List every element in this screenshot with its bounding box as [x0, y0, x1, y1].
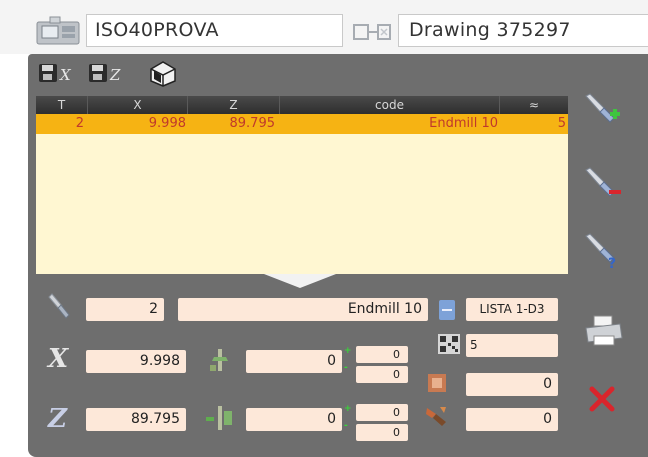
right-value-1-field[interactable]: 0 — [466, 373, 558, 396]
table-header: T X Z code ≈ — [36, 96, 568, 114]
column-header-x[interactable]: X — [88, 96, 188, 114]
cell-x: 9.998 — [148, 116, 186, 131]
z-tolerance-plus-field[interactable]: 0 — [356, 404, 408, 421]
wear-warning-icon — [426, 372, 448, 394]
drawing-label: Drawing 375297 — [409, 19, 571, 41]
drawing-field[interactable]: Drawing 375297 — [398, 14, 648, 47]
tool-breakage-icon — [424, 404, 450, 428]
z-value-field[interactable]: 89.795 — [86, 408, 186, 431]
z-tolerance-minus-field[interactable]: 0 — [356, 424, 408, 441]
printer-icon[interactable] — [584, 314, 624, 348]
x-tolerance-minus-field[interactable]: 0 — [356, 366, 408, 383]
z-wear-icon — [204, 403, 236, 433]
x-wear-icon — [206, 345, 236, 375]
expand-arrow[interactable] — [264, 274, 336, 288]
save-z-letter: Z — [109, 66, 121, 84]
edit-tool-icon[interactable]: ? — [582, 232, 624, 272]
x-offset-field[interactable]: 0 — [246, 350, 342, 373]
table-empty-area — [36, 134, 568, 274]
drawing-link-icon[interactable] — [352, 21, 394, 43]
cell-z: 89.795 — [229, 116, 276, 131]
tool-table: T X Z code ≈ 2 9.998 89.795 Endmill 10 5 — [36, 96, 568, 274]
tool-number-field[interactable]: 2 — [86, 298, 164, 321]
save-x-letter: X — [59, 66, 72, 84]
machine-icon[interactable] — [36, 16, 80, 46]
program-name: ISO40PROVA — [95, 19, 219, 41]
cell-count: 5 — [557, 116, 566, 131]
cell-code: Endmill 10 — [429, 116, 498, 131]
column-header-t[interactable]: T — [36, 96, 88, 114]
z-axis-label: Z — [48, 404, 67, 434]
column-header-code[interactable]: code — [280, 96, 500, 114]
x-tolerance-plus-field[interactable]: 0 — [356, 346, 408, 363]
qr-code-icon — [438, 334, 460, 354]
z-plus-sign: + — [344, 404, 352, 414]
tool-icon — [44, 292, 74, 322]
list-icon[interactable] — [439, 300, 455, 320]
close-icon[interactable] — [588, 385, 616, 413]
x-value-field[interactable]: 9.998 — [86, 350, 186, 373]
column-header-count[interactable]: ≈ — [500, 96, 568, 114]
top-bar: ISO40PROVA ∨ Drawing 375297 — [0, 0, 648, 54]
tool-box-icon[interactable] — [148, 59, 178, 87]
program-select[interactable]: ISO40PROVA ∨ — [86, 14, 420, 47]
save-x-icon[interactable]: X — [38, 62, 78, 84]
z-offset-field[interactable]: 0 — [246, 408, 342, 431]
x-minus-sign: - — [344, 363, 348, 373]
save-z-icon[interactable]: Z — [88, 62, 128, 84]
svg-text:?: ? — [608, 256, 616, 272]
cell-t: 2 — [75, 116, 84, 131]
column-header-z[interactable]: Z — [188, 96, 280, 114]
x-plus-sign: + — [344, 346, 352, 356]
life-count-field[interactable]: 5 — [466, 334, 558, 357]
z-minus-sign: - — [344, 421, 348, 431]
remove-tool-icon[interactable] — [582, 166, 624, 202]
list-name-field[interactable]: LISTA 1-D3 — [466, 298, 558, 321]
add-tool-icon[interactable] — [582, 92, 624, 128]
table-row[interactable]: 2 9.998 89.795 Endmill 10 5 — [36, 114, 568, 134]
right-value-2-field[interactable]: 0 — [466, 408, 558, 431]
tool-name-field[interactable]: Endmill 10 — [178, 298, 428, 321]
x-axis-label: X — [48, 344, 69, 374]
